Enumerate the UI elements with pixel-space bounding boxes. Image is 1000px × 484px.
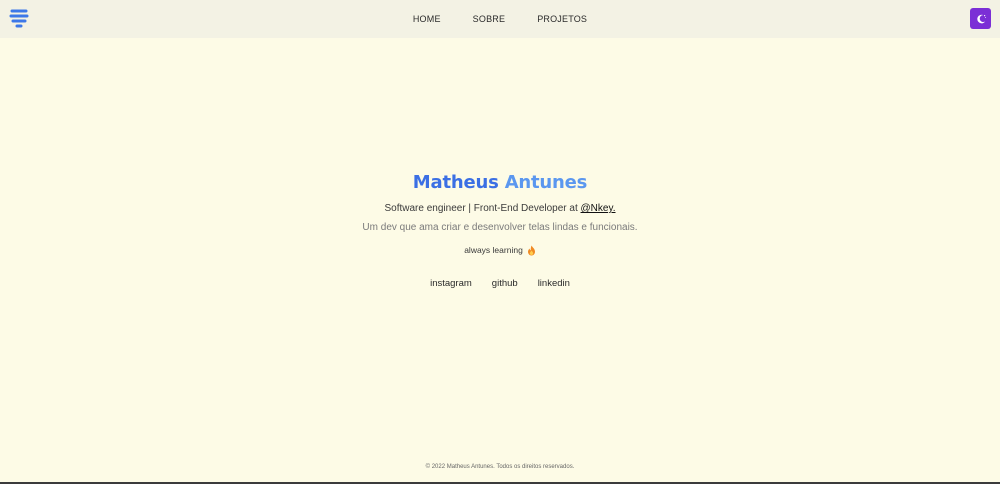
last-name: Antunes bbox=[504, 172, 588, 193]
nav-link-home[interactable]: HOME bbox=[413, 14, 441, 24]
role-text: Software engineer | Front-End Developer … bbox=[384, 203, 578, 214]
footer-copyright: © 2022 Matheus Antunes. Todos os direito… bbox=[425, 464, 575, 470]
moon-icon bbox=[976, 14, 986, 23]
nav-link-sobre[interactable]: SOBRE bbox=[473, 14, 506, 24]
fire-icon bbox=[527, 245, 535, 255]
role-line: Software engineer | Front-End Developer … bbox=[0, 202, 1000, 216]
page-title: Matheus Antunes bbox=[0, 170, 1000, 196]
description-text: Um dev que ama criar e desenvolver telas… bbox=[362, 222, 638, 233]
social-link-github[interactable]: github bbox=[492, 278, 518, 289]
learning-text: always learning bbox=[464, 245, 523, 255]
main-nav: HOME SOBRE PROJETOS bbox=[0, 0, 1000, 38]
first-name: Matheus bbox=[412, 172, 499, 193]
social-link-instagram[interactable]: instagram bbox=[430, 278, 472, 289]
theme-toggle-button[interactable] bbox=[970, 8, 991, 29]
nav-link-projetos[interactable]: PROJETOS bbox=[537, 14, 587, 24]
learning-line: always learning bbox=[0, 244, 1000, 256]
navbar: HOME SOBRE PROJETOS bbox=[0, 0, 1000, 38]
social-link-linkedin[interactable]: linkedin bbox=[538, 278, 570, 289]
social-links: instagram github linkedin bbox=[0, 278, 1000, 289]
hero-section: Matheus Antunes Software engineer | Fron… bbox=[0, 170, 1000, 289]
company-link[interactable]: @Nkey. bbox=[581, 203, 616, 214]
